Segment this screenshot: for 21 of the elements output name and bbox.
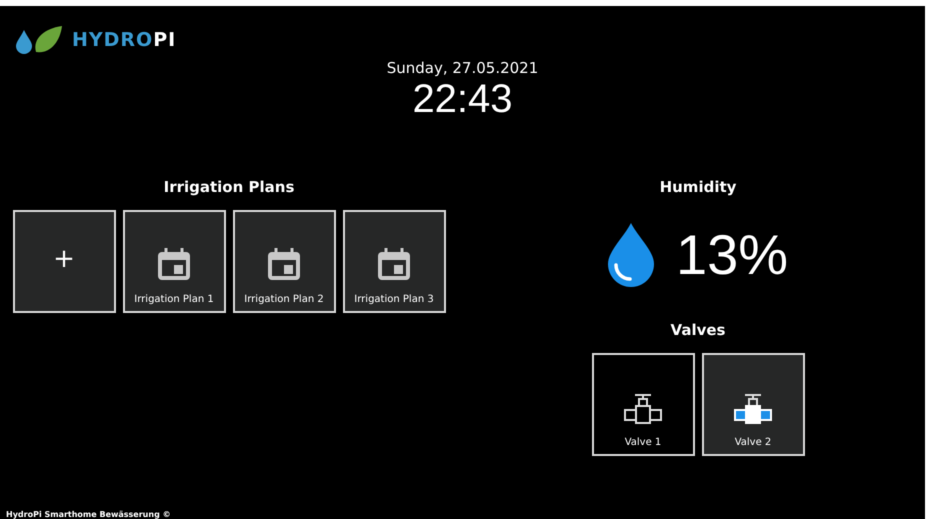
calendar-icon: [156, 246, 192, 282]
section-title: Humidity: [660, 178, 736, 196]
add-plan-button[interactable]: +: [12, 210, 116, 313]
valve-icon: [733, 393, 773, 425]
leaf-drop-logo-icon: [14, 24, 64, 56]
valve-toggle[interactable]: Valve 1: [592, 353, 694, 456]
calendar-icon: [376, 246, 412, 282]
irrigation-plan-tile[interactable]: Irrigation Plan 2: [232, 210, 336, 313]
date-text: Sunday, 27.05.2021: [386, 59, 538, 77]
section-title: Valves: [670, 321, 726, 339]
water-drop-icon: [608, 222, 654, 286]
irrigation-plan-tile[interactable]: Irrigation Plan 1: [122, 210, 226, 313]
time-text: 22:43: [412, 77, 513, 122]
calendar-icon: [266, 246, 302, 282]
valve-icon: [623, 393, 663, 425]
footer-text: HydroPi Smarthome Bewässerung ©: [6, 510, 171, 519]
humidity-value: 13%: [676, 222, 788, 287]
valve-toggle[interactable]: Valve 2: [702, 353, 804, 456]
irrigation-plan-tile[interactable]: Irrigation Plan 3: [342, 210, 446, 313]
section-title: Irrigation Plans: [164, 178, 294, 196]
logo-text: HYDROPI: [72, 29, 176, 51]
